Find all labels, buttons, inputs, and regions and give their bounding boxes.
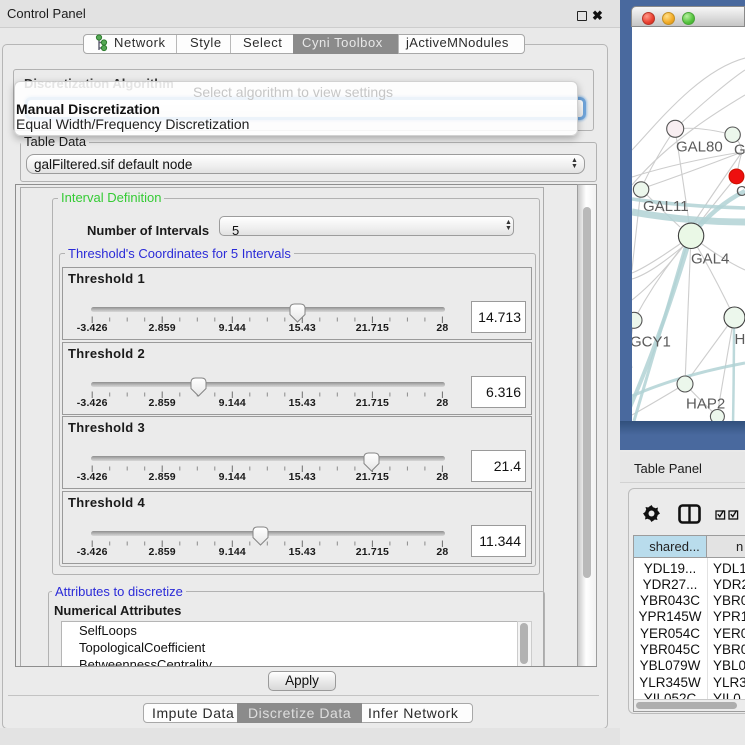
svg-text:HAP2: HAP2: [686, 396, 725, 413]
svg-text:GAL11: GAL11: [643, 198, 689, 215]
svg-text:GAL80: GAL80: [676, 139, 723, 156]
svg-text:GAL4: GAL4: [691, 251, 729, 268]
svg-text:C: C: [736, 183, 745, 200]
svg-text:H: H: [735, 331, 745, 348]
svg-text:GCY1: GCY1: [632, 334, 671, 351]
svg-text:G: G: [734, 142, 745, 159]
